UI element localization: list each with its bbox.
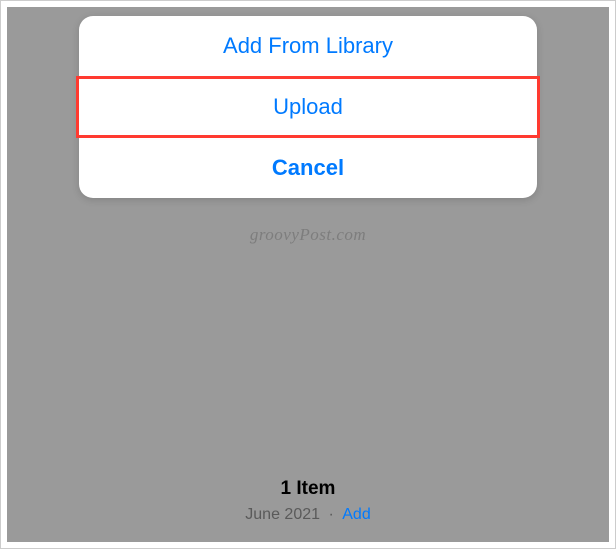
add-from-library-label: Add From Library [223,33,393,59]
upload-label: Upload [273,94,343,120]
footer-info: 1 Item June 2021 · Add [7,478,609,524]
screenshot-frame: Add From Library Upload Cancel groovyPos… [0,0,616,549]
upload-option[interactable]: Upload [79,77,537,137]
background-overlay: Add From Library Upload Cancel groovyPos… [7,7,609,542]
cancel-label: Cancel [272,155,344,181]
date-text: June 2021 [245,506,320,523]
item-count-label: 1 Item [7,478,609,500]
watermark-text: groovyPost.com [7,225,609,245]
date-line: June 2021 · Add [7,506,609,524]
cancel-option[interactable]: Cancel [79,138,537,198]
separator: · [328,506,333,523]
add-link[interactable]: Add [342,506,370,523]
action-sheet: Add From Library Upload Cancel [79,16,537,198]
add-from-library-option[interactable]: Add From Library [79,16,537,76]
